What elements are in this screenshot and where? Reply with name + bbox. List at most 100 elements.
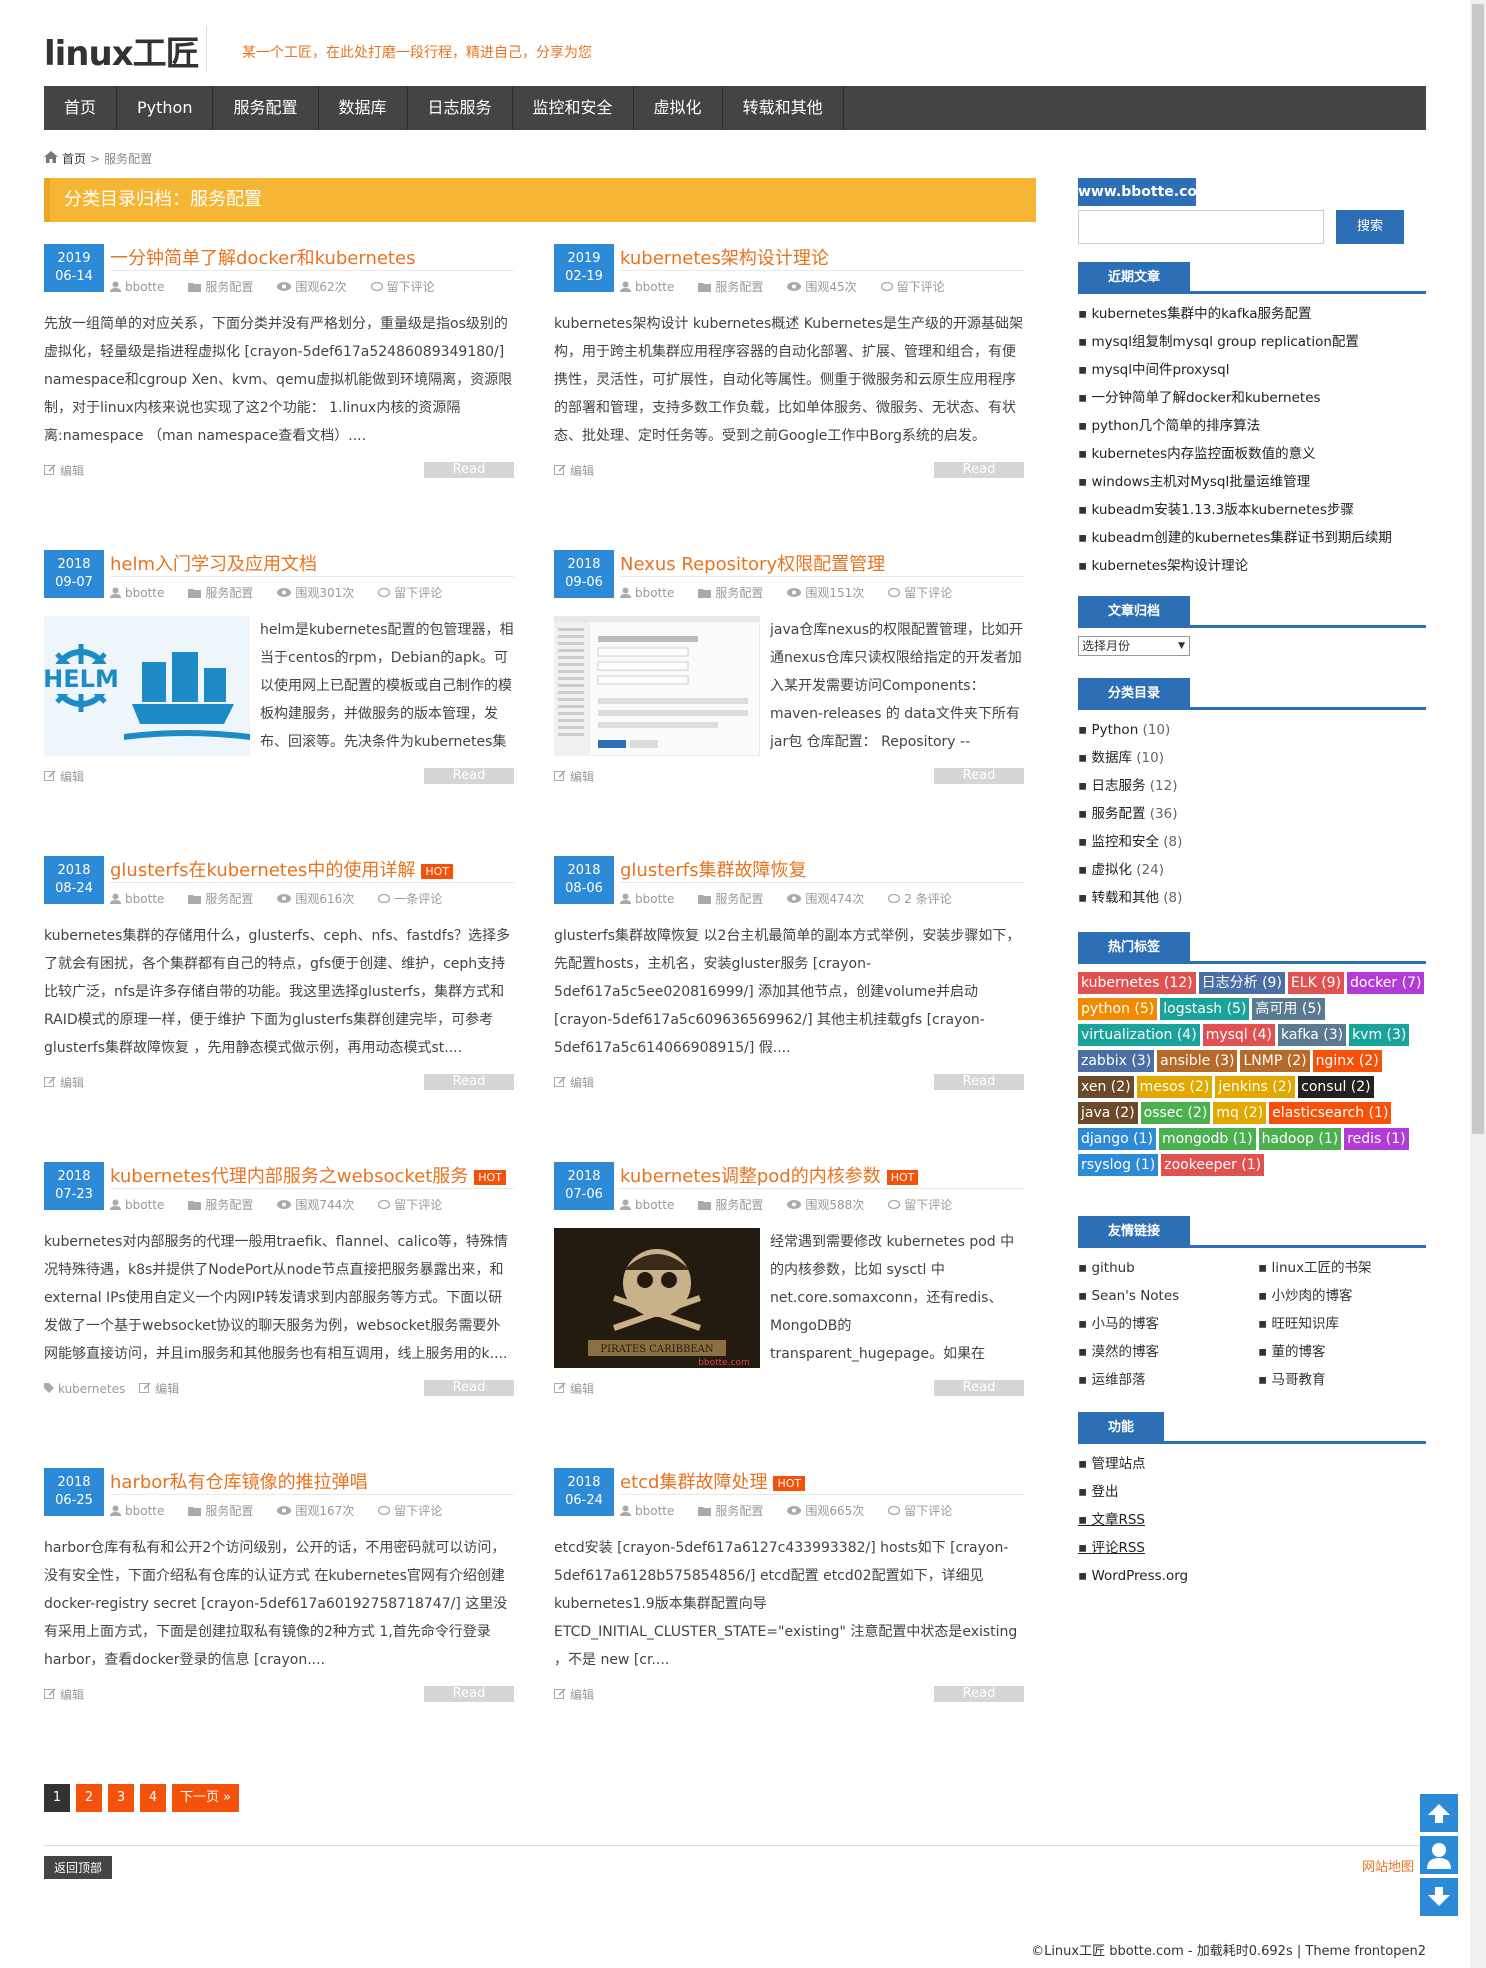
page-button-1[interactable]: 1 [44, 1784, 70, 1812]
tag-link[interactable]: rsyslog (1) [1078, 1154, 1159, 1176]
search-button[interactable]: 搜索 [1336, 210, 1404, 244]
tag-link[interactable]: jenkins (2) [1215, 1076, 1296, 1098]
category-item[interactable]: 转载和其他 (8) [1078, 884, 1426, 912]
friend-link[interactable]: github [1078, 1254, 1258, 1282]
friend-link[interactable]: Sean's Notes [1078, 1282, 1258, 1310]
post-comments-text[interactable]: 留下评论 [904, 1196, 952, 1213]
nav-item-0[interactable]: 首页 [44, 86, 118, 130]
tag-link[interactable]: 日志分析 (9) [1198, 972, 1285, 994]
post-author[interactable]: bbotte [110, 584, 164, 601]
post-author-text[interactable]: bbotte [635, 892, 674, 906]
tag-link[interactable]: LNMP (2) [1240, 1050, 1310, 1072]
post-comments[interactable]: 留下评论 [378, 584, 442, 601]
edit-link[interactable]: 编辑 [60, 1686, 84, 1703]
tag-link[interactable]: redis (1) [1344, 1128, 1409, 1150]
post-category-text[interactable]: 服务配置 [715, 1502, 763, 1519]
category-item[interactable]: 日志服务 (12) [1078, 772, 1426, 800]
post-thumbnail[interactable] [554, 616, 760, 756]
tag-link[interactable]: python (5) [1078, 998, 1158, 1020]
post-title-text[interactable]: 一分钟简单了解docker和kubernetes [110, 248, 415, 269]
post-author-text[interactable]: bbotte [635, 586, 674, 600]
post-title-text[interactable]: kubernetes代理内部服务之websocket服务 [110, 1166, 468, 1187]
post-author-text[interactable]: bbotte [125, 280, 164, 294]
edit-link[interactable]: 编辑 [60, 1074, 84, 1091]
post-category[interactable]: 服务配置 [698, 890, 763, 907]
recent-post-link[interactable]: windows主机对Mysql批量运维管理 [1078, 468, 1426, 496]
category-item[interactable]: Python (10) [1078, 716, 1426, 744]
post-author-text[interactable]: bbotte [125, 1198, 164, 1212]
friend-link[interactable]: 小马的博客 [1078, 1310, 1258, 1338]
edit-link[interactable]: 编辑 [570, 462, 594, 479]
post-author-text[interactable]: bbotte [635, 1198, 674, 1212]
post-comments-text[interactable]: 留下评论 [904, 1502, 952, 1519]
edit-link[interactable]: 编辑 [570, 768, 594, 785]
post-title[interactable]: kubernetes调整pod的内核参数 HOT [620, 1162, 919, 1188]
read-more-button[interactable]: Read [424, 1074, 514, 1090]
category-name[interactable]: 日志服务 [1091, 778, 1145, 794]
sitemap-link[interactable]: 网站地图 [1362, 1856, 1414, 1875]
post-category-text[interactable]: 服务配置 [715, 584, 763, 601]
edit-link[interactable]: 编辑 [155, 1380, 179, 1397]
post-category[interactable]: 服务配置 [188, 1502, 253, 1519]
post-category[interactable]: 服务配置 [698, 278, 763, 295]
post-category-text[interactable]: 服务配置 [715, 1196, 763, 1213]
post-title-text[interactable]: kubernetes调整pod的内核参数 [620, 1166, 881, 1187]
post-category-text[interactable]: 服务配置 [205, 890, 253, 907]
page-button-2[interactable]: 2 [76, 1784, 102, 1812]
post-author[interactable]: bbotte [110, 1196, 164, 1213]
edit-link[interactable]: 编辑 [570, 1686, 594, 1703]
post-comments[interactable]: 留下评论 [378, 1196, 442, 1213]
post-category-text[interactable]: 服务配置 [715, 890, 763, 907]
post-comments[interactable]: 留下评论 [370, 278, 435, 295]
search-input[interactable] [1078, 210, 1324, 244]
tag-link[interactable]: logstash (5) [1160, 998, 1250, 1020]
tag-link[interactable]: java (2) [1078, 1102, 1138, 1124]
post-author-text[interactable]: bbotte [125, 586, 164, 600]
nav-item-4[interactable]: 日志服务 [408, 86, 513, 130]
post-comments-text[interactable]: 留下评论 [897, 278, 945, 295]
recent-post-link[interactable]: kubeadm创建的kubernetes集群证书到期后续期 [1078, 524, 1426, 552]
edit-link[interactable]: 编辑 [60, 462, 84, 479]
nav-item-6[interactable]: 虚拟化 [634, 86, 723, 130]
category-name[interactable]: 服务配置 [1091, 806, 1145, 822]
post-title[interactable]: 一分钟简单了解docker和kubernetes [110, 244, 415, 270]
edit-link[interactable]: 编辑 [60, 768, 84, 785]
archive-select[interactable]: 选择月份 ▼ [1078, 636, 1190, 656]
post-author[interactable]: bbotte [110, 890, 164, 907]
post-author-text[interactable]: bbotte [125, 1504, 164, 1518]
home-icon[interactable] [44, 151, 58, 166]
post-title[interactable]: etcd集群故障处理 HOT [620, 1468, 806, 1494]
post-thumbnail[interactable]: PIRATES CARIBBEAN bbotte.com [554, 1228, 760, 1368]
post-category[interactable]: 服务配置 [188, 584, 253, 601]
tag-link[interactable]: mysql (4) [1202, 1024, 1275, 1046]
meta-link[interactable]: 评论RSS [1078, 1534, 1426, 1562]
post-author-text[interactable]: bbotte [635, 280, 674, 294]
post-category[interactable]: 服务配置 [188, 1196, 253, 1213]
read-more-button[interactable]: Read [424, 768, 514, 784]
post-comments[interactable]: 留下评论 [888, 1502, 952, 1519]
meta-link[interactable]: 登出 [1078, 1478, 1426, 1506]
tag-link[interactable]: zookeeper (1) [1161, 1154, 1265, 1176]
post-category-text[interactable]: 服务配置 [205, 584, 253, 601]
nav-item-3[interactable]: 数据库 [319, 86, 408, 130]
meta-link[interactable]: 管理站点 [1078, 1450, 1426, 1478]
post-author[interactable]: bbotte [620, 1196, 674, 1213]
tag-link[interactable]: ansible (3) [1157, 1050, 1238, 1072]
post-thumbnail[interactable]: HELM [44, 616, 250, 756]
post-category[interactable]: 服务配置 [698, 1502, 763, 1519]
post-category[interactable]: 服务配置 [698, 1196, 763, 1213]
category-name[interactable]: Python [1091, 722, 1138, 738]
post-author[interactable]: bbotte [110, 278, 164, 295]
read-more-button[interactable]: Read [424, 1380, 514, 1396]
post-comments-text[interactable]: 留下评论 [904, 584, 952, 601]
site-banner[interactable]: www.bbotte.com [1078, 178, 1196, 206]
category-name[interactable]: 数据库 [1091, 750, 1132, 766]
tag-link[interactable]: kafka (3) [1277, 1024, 1347, 1046]
post-category-text[interactable]: 服务配置 [205, 1502, 253, 1519]
recent-post-link[interactable]: python几个简单的排序算法 [1078, 412, 1426, 440]
tag-link[interactable]: zabbix (3) [1078, 1050, 1155, 1072]
tag-link[interactable]: ossec (2) [1140, 1102, 1211, 1124]
page-button-3[interactable]: 3 [108, 1784, 134, 1812]
tag-link[interactable]: elasticsearch (1) [1269, 1102, 1392, 1124]
post-title-text[interactable]: kubernetes架构设计理论 [620, 248, 829, 269]
